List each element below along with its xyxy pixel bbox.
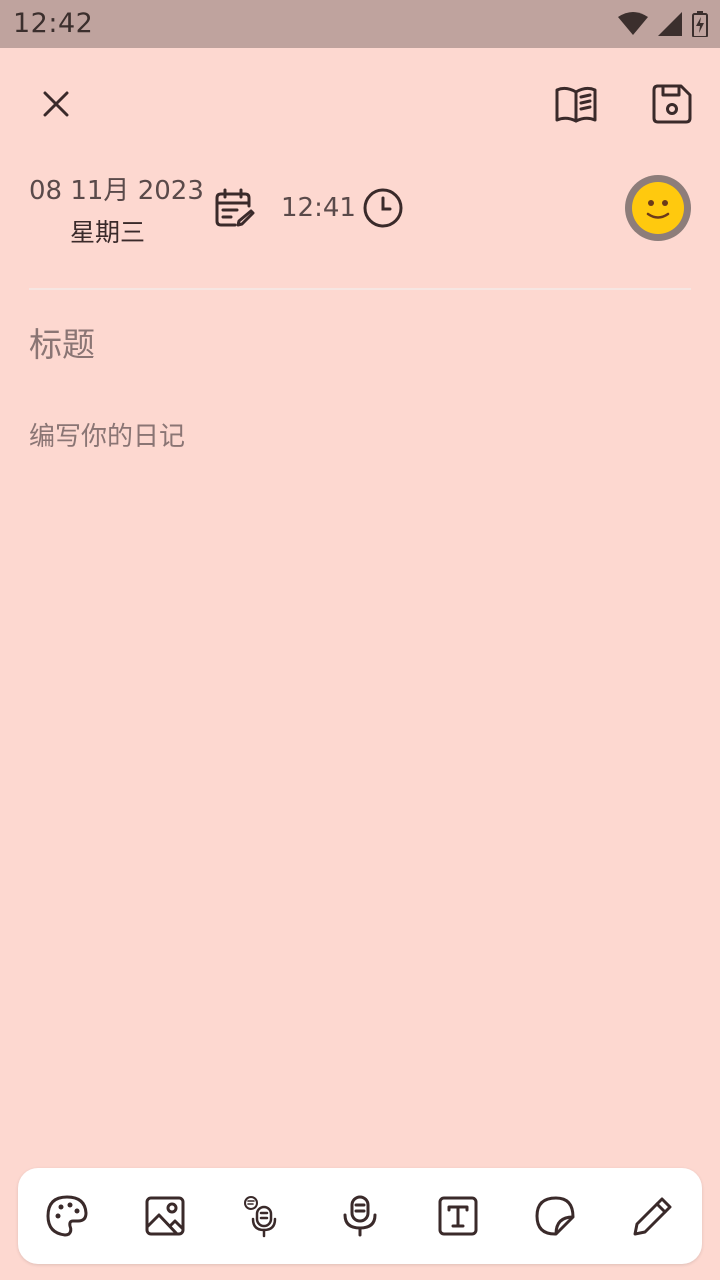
palette-icon: [46, 1195, 88, 1237]
mood-selector[interactable]: [625, 175, 691, 241]
edit-date-button[interactable]: [210, 185, 258, 233]
sticker-button[interactable]: [531, 1192, 579, 1240]
status-icons: [618, 10, 708, 38]
edit-time-button[interactable]: [359, 184, 407, 232]
speech-to-text-button[interactable]: [238, 1192, 286, 1240]
save-button[interactable]: [646, 78, 698, 130]
theme-button[interactable]: [43, 1192, 91, 1240]
entry-date[interactable]: 08 11月 2023: [29, 170, 204, 207]
battery-icon: [692, 11, 708, 37]
entry-weekday: 星期三: [70, 218, 146, 247]
divider: [29, 288, 691, 290]
insert-image-button[interactable]: [141, 1192, 189, 1240]
voice-record-button[interactable]: [336, 1192, 384, 1240]
signal-icon: [658, 12, 682, 36]
draw-button[interactable]: [629, 1192, 677, 1240]
text-icon: [438, 1196, 478, 1236]
save-icon: [652, 84, 692, 124]
title-input[interactable]: 标题: [29, 318, 95, 366]
smiley-icon: [632, 182, 684, 234]
entry-time[interactable]: 12:41: [281, 193, 356, 223]
close-button[interactable]: [32, 80, 80, 128]
microphone-icon: [343, 1195, 377, 1237]
pencil-icon: [633, 1197, 672, 1236]
read-mode-button[interactable]: [550, 78, 602, 130]
status-time: 12:42: [13, 8, 94, 39]
calendar-edit-icon: [215, 188, 255, 227]
status-bar: 12:42: [0, 0, 720, 48]
body-input[interactable]: 编写你的日记: [29, 416, 185, 453]
close-icon: [43, 91, 69, 117]
clock-icon: [363, 188, 403, 228]
book-icon: [555, 86, 597, 123]
wifi-icon: [618, 12, 648, 35]
sticker-icon: [535, 1196, 575, 1236]
speech-to-text-icon: [244, 1196, 277, 1238]
bottom-toolbar: [18, 1168, 702, 1264]
image-icon: [145, 1196, 185, 1236]
text-format-button[interactable]: [434, 1192, 482, 1240]
